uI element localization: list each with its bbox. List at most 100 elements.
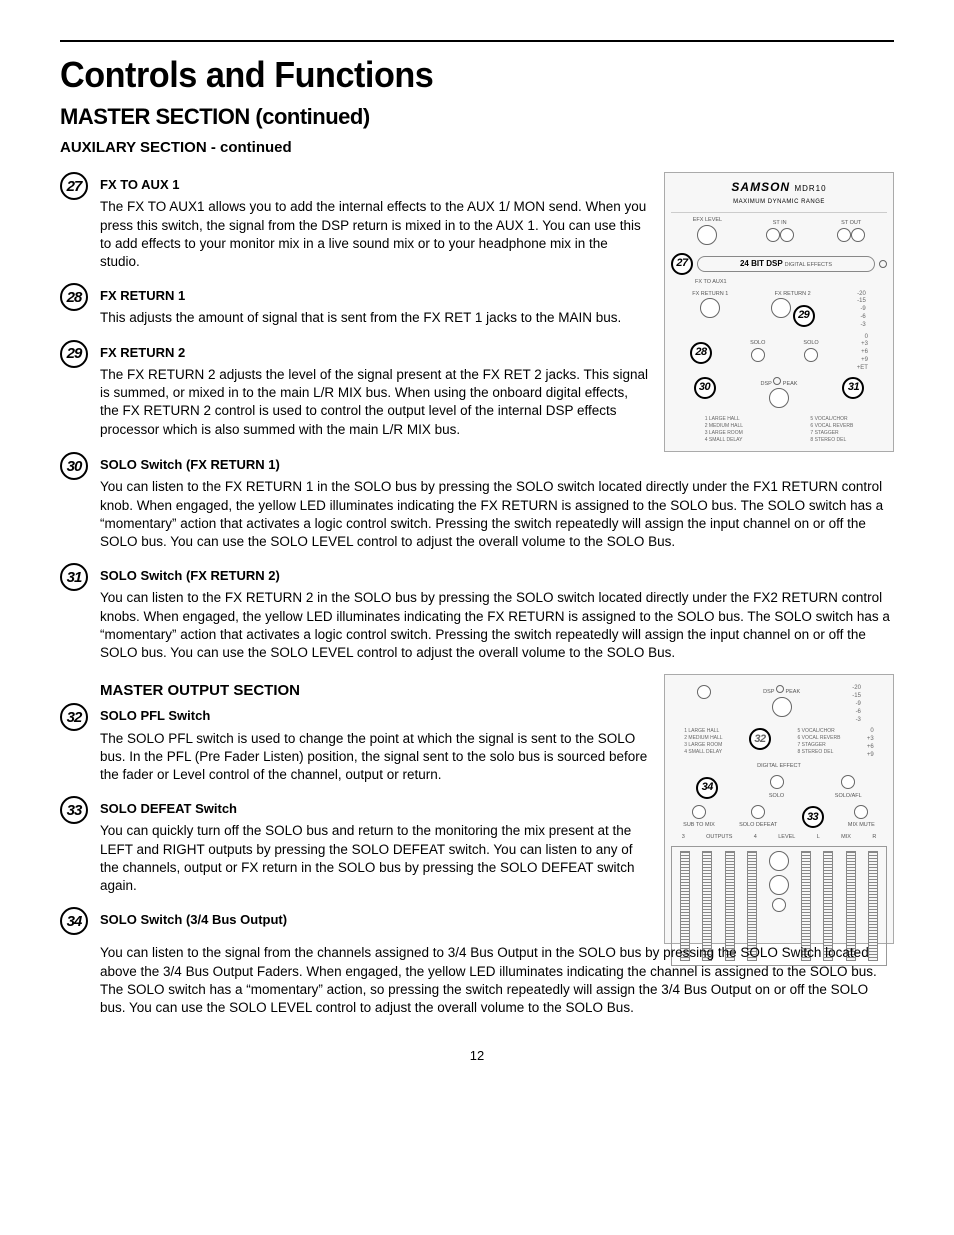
badge-27: 27 [60, 172, 88, 200]
fxr1-label: FX RETURN 1 [692, 291, 728, 299]
page-subtitle: MASTER SECTION (continued) [60, 102, 894, 133]
led-scale: -20-15-9-6-3 [857, 291, 866, 330]
preset-list-b: 5 VOCAL/CHOR6 VOCAL REVERB7 STAGGER8 STE… [810, 416, 853, 444]
knob-icon [837, 228, 851, 242]
button-icon [854, 805, 868, 819]
solo-label: SOLO [750, 340, 765, 348]
knob-icon [771, 298, 791, 318]
knob-icon [769, 851, 789, 871]
heading-solo-fxr2: SOLO Switch (FX RETURN 2) [100, 567, 894, 585]
callout-32: 32 [749, 728, 771, 750]
fader-icon [868, 851, 878, 961]
body-solo-fxr2: You can listen to the FX RETURN 2 in the… [100, 589, 894, 662]
item-27: 27 FX TO AUX 1 The FX TO AUX1 allows you… [60, 172, 650, 277]
model-label: MDR10 [794, 184, 826, 193]
badge-30: 30 [60, 452, 88, 480]
callout-33: 33 [802, 806, 824, 828]
knob-icon [766, 228, 780, 242]
diagram-top: SAMSON MDR10 MAXIMUM DYNAMIC RANGE EFX L… [664, 172, 894, 452]
peak-label: PEAK [785, 689, 800, 695]
button-icon [772, 898, 786, 912]
st-out-label: ST OUT [837, 220, 865, 228]
st-in-label: ST IN [766, 220, 794, 228]
knob-icon [780, 228, 794, 242]
item-28: 28 FX RETURN 1 This adjusts the amount o… [60, 283, 650, 333]
item-34: 34 SOLO Switch (3/4 Bus Output) [60, 907, 650, 935]
dsp-peak-label: DSP [763, 689, 774, 695]
heading-solo-fxr1: SOLO Switch (FX RETURN 1) [100, 456, 894, 474]
body-solo-defeat: You can quickly turn off the SOLO bus an… [100, 822, 650, 895]
digital-effect-label: DIGITAL EFFECT [671, 763, 887, 771]
callout-31: 31 [842, 377, 864, 399]
body-fx-return-2: The FX RETURN 2 adjusts the level of the… [100, 366, 650, 439]
knob-icon [700, 298, 720, 318]
body-fx-return-1: This adjusts the amount of signal that i… [100, 309, 650, 327]
heading-fx-return-1: FX RETURN 1 [100, 287, 650, 305]
badge-34: 34 [60, 907, 88, 935]
body-solo-pfl: The SOLO PFL switch is used to change th… [100, 730, 650, 785]
led-icon [776, 685, 784, 693]
button-icon [697, 685, 711, 699]
button-icon [841, 775, 855, 789]
callout-30: 30 [694, 377, 716, 399]
heading-solo-pfl: SOLO PFL Switch [100, 707, 650, 725]
button-icon [751, 348, 765, 362]
led-scale: 0+3+6+9 [867, 728, 874, 759]
page-number: 12 [60, 1047, 894, 1065]
mix-mute-label: MIX MUTE [848, 822, 875, 830]
item-32: 32 SOLO PFL Switch The SOLO PFL switch i… [60, 703, 650, 790]
sub-to-mix-label: SUB TO MIX [683, 822, 715, 830]
badge-33: 33 [60, 796, 88, 824]
dsp-peak-label: DSP [761, 381, 772, 387]
fx-to-aux1-label: FX TO AUX1 [695, 279, 887, 287]
preset-list-a: 1 LARGE HALL2 MEDIUM HALL3 LARGE ROOM4 S… [705, 416, 743, 444]
button-icon [804, 348, 818, 362]
knob-icon [769, 875, 789, 895]
body-solo-34bus: You can listen to the signal from the ch… [100, 944, 894, 1017]
heading-fx-return-2: FX RETURN 2 [100, 344, 650, 362]
badge-29: 29 [60, 340, 88, 368]
knob-icon [851, 228, 865, 242]
page-title: Controls and Functions [60, 50, 852, 100]
button-icon [770, 775, 784, 789]
heading-fx-to-aux1: FX TO AUX 1 [100, 176, 650, 194]
fxr2-label: FX RETURN 2 [771, 291, 815, 299]
body-solo-fxr1: You can listen to the FX RETURN 1 in the… [100, 478, 894, 551]
knob-icon [769, 388, 789, 408]
led-icon [773, 377, 781, 385]
led-scale: 0+3+6+9+ET [857, 334, 868, 373]
body-fx-to-aux1: The FX TO AUX1 allows you to add the int… [100, 198, 650, 271]
aux-section-title: AUXILARY SECTION - continued [60, 137, 894, 158]
item-30: 30 SOLO Switch (FX RETURN 1) You can lis… [60, 452, 894, 557]
callout-34: 34 [696, 777, 718, 799]
level-label: LEVEL [778, 834, 795, 842]
solo-label: SOLO [803, 340, 818, 348]
badge-31: 31 [60, 563, 88, 591]
badge-28: 28 [60, 283, 88, 311]
brand-label: SAMSON [731, 180, 790, 194]
heading-solo-34bus: SOLO Switch (3/4 Bus Output) [100, 911, 650, 929]
solo-afl-label: SOLO/AFL [835, 793, 862, 801]
heading-solo-defeat: SOLO DEFEAT Switch [100, 800, 650, 818]
l-label: L [817, 834, 820, 842]
master-output-title: MASTER OUTPUT SECTION [100, 680, 650, 701]
led-scale: -20-15-9-6-3 [852, 685, 861, 724]
callout-28: 28 [690, 342, 712, 364]
button-icon [751, 805, 765, 819]
solo-defeat-label: SOLO DEFEAT [739, 822, 777, 830]
preset-list-b: 5 VOCAL/CHOR6 VOCAL REVERB7 STAGGER8 STE… [798, 728, 841, 756]
led-icon [879, 260, 887, 268]
solo-label: SOLO [769, 793, 784, 801]
dsp-sub-label: DIGITAL EFFECTS [785, 262, 832, 268]
peak-label: PEAK [783, 381, 798, 387]
item-31: 31 SOLO Switch (FX RETURN 2) You can lis… [60, 563, 894, 668]
mix-label: MIX [841, 834, 851, 842]
diagram-bottom: DSP PEAK -20-15-9-6-3 1 LARGE HALL2 MEDI… [664, 674, 894, 944]
knob-icon [772, 697, 792, 717]
dsp-label: 24 BIT DSP [740, 259, 783, 268]
button-icon [692, 805, 706, 819]
item-29: 29 FX RETURN 2 The FX RETURN 2 adjusts t… [60, 340, 650, 445]
efx-level-label: EFX LEVEL [693, 217, 722, 225]
preset-list-a: 1 LARGE HALL2 MEDIUM HALL3 LARGE ROOM4 S… [684, 728, 722, 756]
badge-32: 32 [60, 703, 88, 731]
